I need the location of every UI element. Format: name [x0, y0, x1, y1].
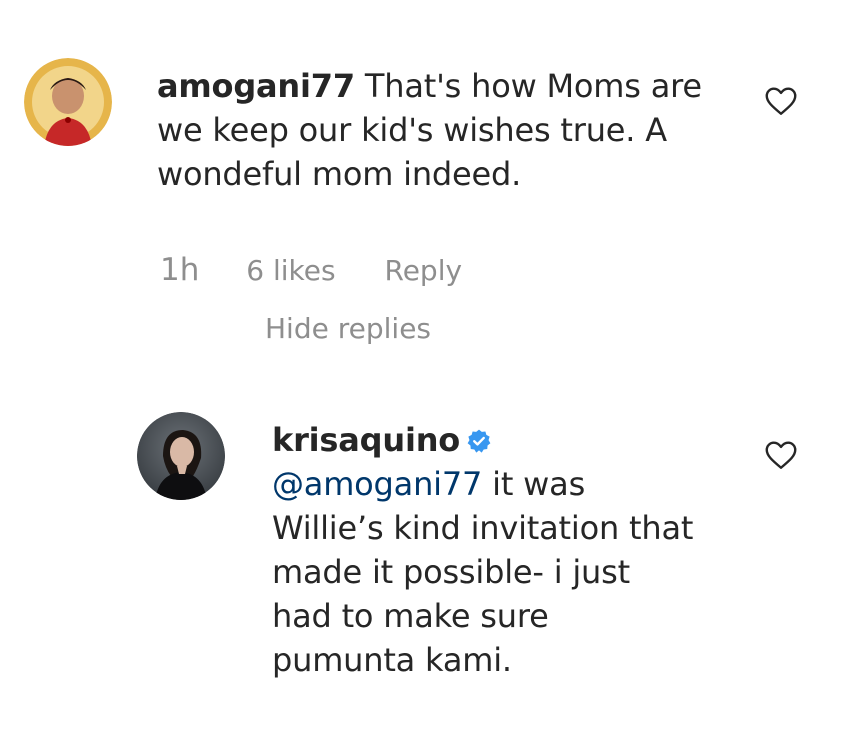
heart-outline-icon[interactable]	[763, 83, 799, 119]
reply-body: krisaquino @amogani77 it was Willie’s ki…	[272, 418, 742, 682]
comment-timestamp[interactable]: 1h	[160, 252, 199, 288]
avatar-image	[137, 412, 225, 500]
comment-likes[interactable]: 6 likes	[246, 254, 335, 287]
reply-text-line: made it possible- i just	[272, 553, 630, 591]
avatar[interactable]	[137, 412, 225, 500]
comment-reply-button[interactable]: Reply	[385, 254, 463, 287]
mention-link[interactable]: @amogani77	[272, 465, 482, 503]
avatar[interactable]	[24, 58, 112, 146]
reply-username[interactable]: krisaquino	[272, 421, 460, 459]
hide-replies-button[interactable]: Hide replies	[265, 312, 431, 345]
comment-text-line: That's how Moms are	[364, 67, 702, 105]
reply-text-line: pumunta kami.	[272, 641, 512, 679]
comment-text-line: wondeful mom indeed.	[157, 155, 522, 193]
reply-text-line: Willie’s kind invitation that	[272, 509, 694, 547]
heart-outline-icon[interactable]	[763, 437, 799, 473]
verified-badge-icon	[467, 429, 491, 453]
reply-text-line: it was	[492, 465, 586, 503]
comment-text-line: we keep our kid's wishes true. A	[157, 111, 667, 149]
comment-body: amogani77 That's how Moms are we keep ou…	[157, 64, 737, 196]
comment-meta: 1h 6 likes Reply	[160, 252, 462, 288]
reply-text-line: had to make sure	[272, 597, 549, 635]
hide-replies-label: Hide replies	[265, 312, 432, 345]
comment-username[interactable]: amogani77	[157, 67, 355, 105]
avatar-image	[24, 58, 112, 146]
